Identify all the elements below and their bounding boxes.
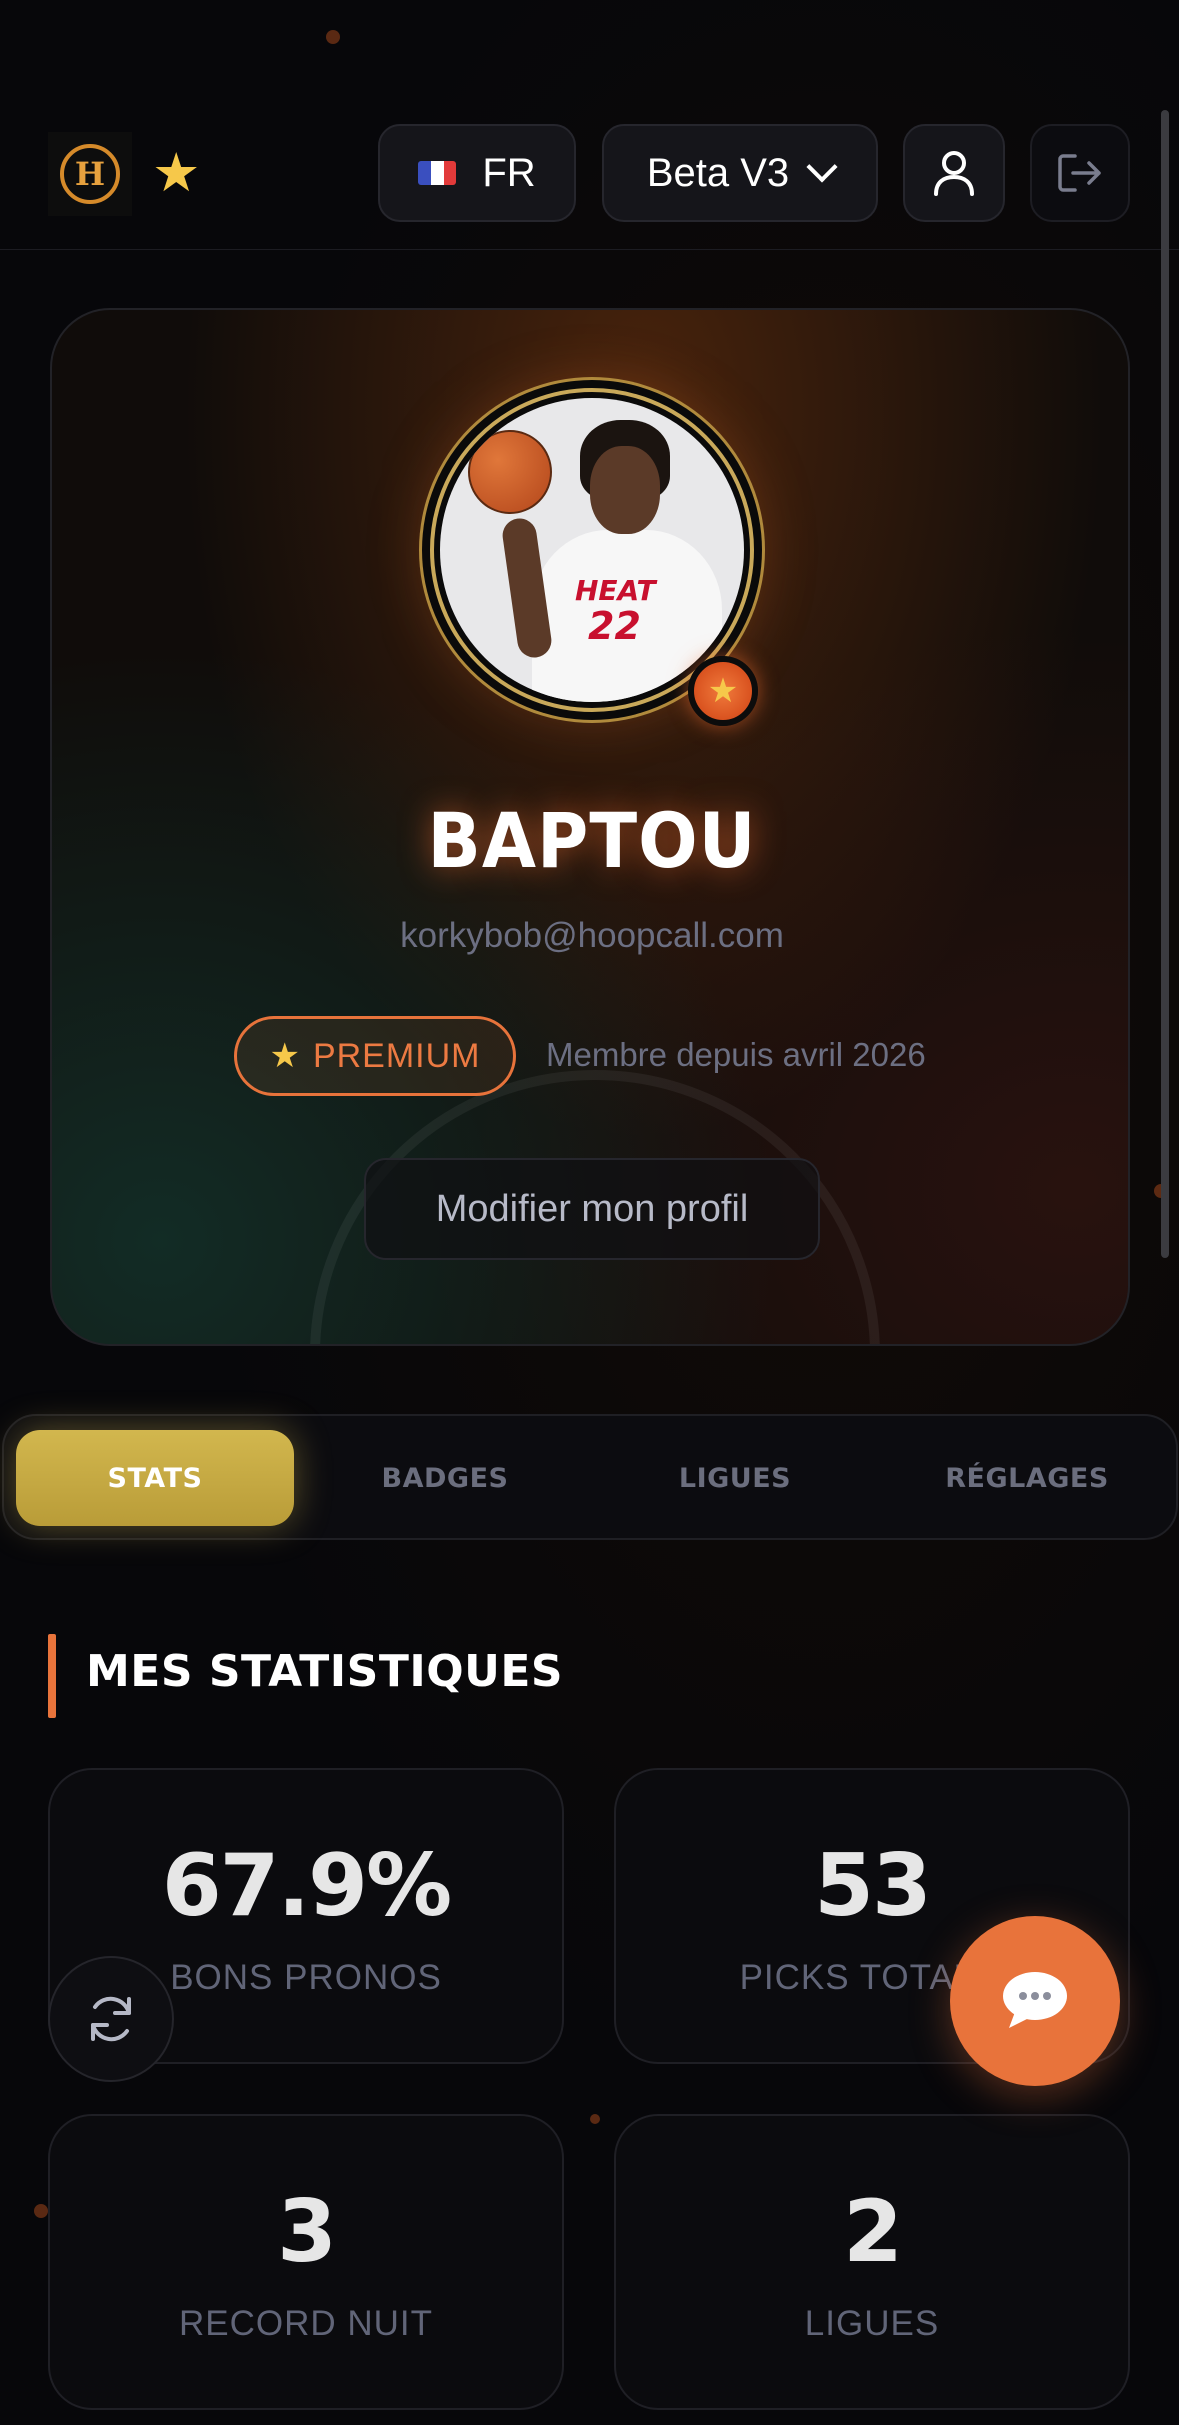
stat-label: LIGUES [804,2304,940,2343]
logout-icon [1058,154,1101,192]
tab-badges[interactable]: BADGES [306,1430,584,1526]
avatar-jersey-number: 22 [588,604,641,648]
stat-value: 2 [843,2182,903,2282]
scrollbar[interactable] [1161,110,1169,1258]
decorative-dot [590,2114,600,2124]
user-button[interactable] [903,124,1005,222]
language-label: FR [482,150,536,195]
chat-button[interactable] [950,1916,1120,2086]
basketball-graphic [468,430,552,514]
premium-star-badge: ★ [688,656,758,726]
avatar-photo: HEAT 22 [440,398,744,702]
profile-card: HEAT 22 ★ BAPTOU korkybob@hoopcall.com ★… [50,308,1130,1346]
chat-bubble-icon [1003,1972,1067,2028]
tab-reglages[interactable]: RÉGLAGES [888,1430,1166,1526]
stat-label: RECORD NUIT [178,2304,434,2343]
star-icon[interactable]: ★ [152,140,200,206]
stat-card-record-nuit: 3 RECORD NUIT [48,2114,564,2410]
stat-value: 67.9% [161,1836,452,1936]
logout-button[interactable] [1030,124,1130,222]
tab-stats[interactable]: STATS [16,1430,294,1526]
version-label: Beta V3 [646,150,790,195]
app-logo[interactable]: H [48,132,132,216]
tab-ligues[interactable]: LIGUES [596,1430,874,1526]
profile-tabs: STATS BADGES LIGUES RÉGLAGES [2,1414,1178,1540]
star-icon: ★ [707,672,739,710]
avatar-head [590,446,660,534]
profile-email: korkybob@hoopcall.com [400,916,784,955]
avatar-jersey-text: HEAT [575,574,656,607]
member-since: Membre depuis avril 2026 [546,1036,926,1073]
premium-label: PREMIUM [312,1036,481,1075]
stat-value: 3 [277,2182,337,2282]
profile-screen: H ★ FR Beta V3 HEAT 22 ★ BAPTOU korkybob… [0,0,1179,2425]
profile-name: BAPTOU [427,796,757,886]
star-icon: ★ [269,1037,301,1075]
app-header: H ★ FR Beta V3 [0,0,1179,250]
france-flag-icon [418,161,457,185]
logo-mark: H [60,144,120,204]
decorative-dot [34,2204,48,2218]
premium-badge: ★ PREMIUM [234,1016,516,1096]
section-accent-bar [48,1634,56,1718]
language-selector[interactable]: FR [378,124,576,222]
user-icon [934,151,974,196]
chevron-down-icon [806,151,838,183]
edit-profile-button[interactable]: Modifier mon profil [364,1158,820,1260]
stat-card-ligues: 2 LIGUES [614,2114,1130,2410]
version-dropdown[interactable]: Beta V3 [602,124,878,222]
refresh-icon [91,1996,131,2042]
refresh-button[interactable] [48,1956,174,2082]
section-title: MES STATISTIQUES [86,1646,564,1697]
